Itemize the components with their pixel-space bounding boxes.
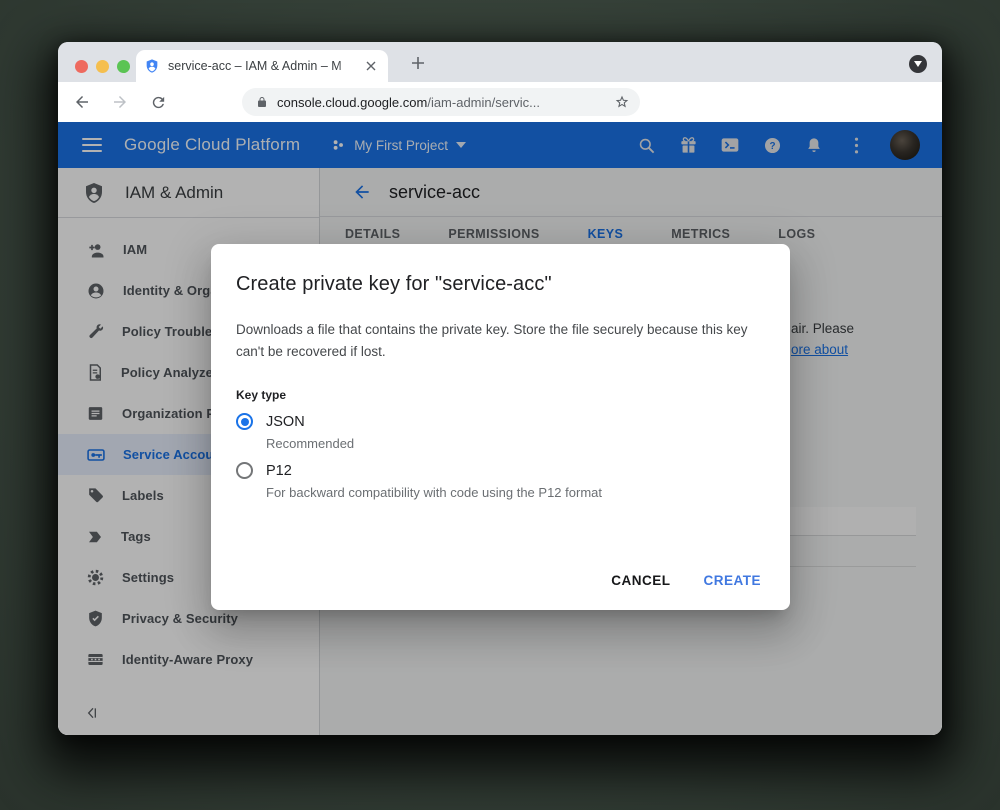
browser-tab[interactable]: service-acc – IAM & Admin – M (136, 50, 388, 82)
close-window-button[interactable] (75, 60, 88, 73)
tab-title: service-acc – IAM & Admin – M (168, 59, 362, 73)
reload-icon[interactable] (146, 90, 170, 114)
browser-tab-strip: service-acc – IAM & Admin – M (58, 42, 942, 82)
bookmark-star-icon[interactable] (614, 94, 630, 110)
minimize-window-button[interactable] (96, 60, 109, 73)
back-icon[interactable] (70, 90, 94, 114)
tab-search-button[interactable] (909, 55, 927, 73)
key-type-option-json: JSON Recommended (236, 413, 765, 451)
create-button[interactable]: CREATE (703, 573, 761, 588)
key-type-label: Key type (236, 388, 765, 402)
cancel-button[interactable]: CANCEL (611, 573, 670, 588)
p12-radio-row[interactable]: P12 (236, 462, 765, 479)
json-option-description: Recommended (266, 436, 765, 451)
tab-close-icon[interactable] (362, 57, 380, 75)
dialog-title: Create private key for "service-acc" (236, 273, 765, 296)
p12-option-description: For backward compatibility with code usi… (266, 485, 765, 500)
radio-unselected-icon[interactable] (236, 462, 253, 479)
dialog-actions: CANCEL CREATE (611, 573, 761, 588)
lock-icon[interactable] (256, 95, 268, 109)
dialog-body-text: Downloads a file that contains the priva… (236, 319, 764, 363)
url-text: console.cloud.google.com/iam-admin/servi… (277, 95, 614, 110)
web-viewport: Google Cloud Platform My First Project (58, 122, 942, 735)
create-private-key-dialog: Create private key for "service-acc" Dow… (211, 244, 790, 610)
zoom-window-button[interactable] (117, 60, 130, 73)
browser-window: service-acc – IAM & Admin – M console.cl… (58, 42, 942, 735)
radio-selected-icon[interactable] (236, 413, 253, 430)
address-bar[interactable]: console.cloud.google.com/iam-admin/servi… (242, 88, 640, 116)
url-path: /iam-admin/servic... (427, 95, 540, 110)
iam-favicon-icon (144, 58, 160, 74)
url-domain: console.cloud.google.com (277, 95, 427, 110)
traffic-lights (75, 60, 130, 73)
browser-toolbar: console.cloud.google.com/iam-admin/servi… (58, 82, 942, 122)
json-option-label: JSON (266, 414, 305, 430)
key-type-option-p12: P12 For backward compatibility with code… (236, 462, 765, 500)
forward-icon[interactable] (108, 90, 132, 114)
p12-option-label: P12 (266, 463, 292, 479)
json-radio-row[interactable]: JSON (236, 413, 765, 430)
new-tab-button[interactable] (408, 53, 428, 73)
